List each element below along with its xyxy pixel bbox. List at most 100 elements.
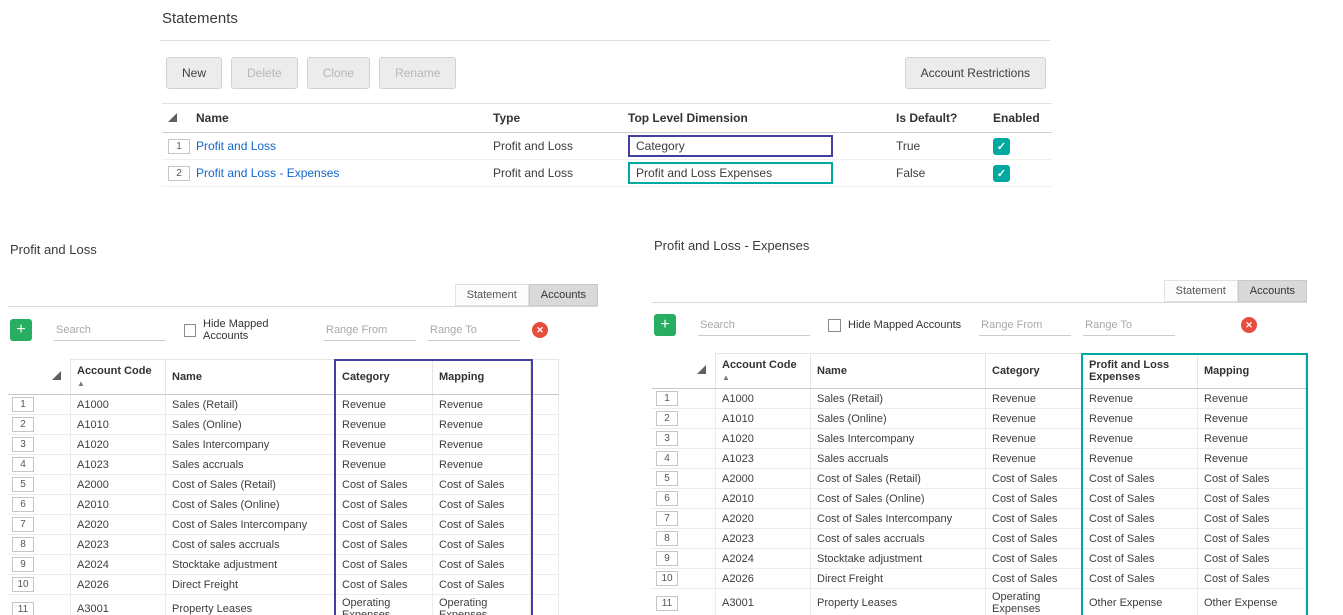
cell-name[interactable]: Cost of Sales Intercompany <box>166 515 336 535</box>
column-header-mapping[interactable]: Mapping <box>1198 354 1306 389</box>
dimension-value[interactable]: Category <box>628 135 833 157</box>
table-row[interactable]: 10A2026Direct FreightCost of SalesCost o… <box>653 569 1306 589</box>
cell-mapping[interactable]: Revenue <box>433 435 531 455</box>
cell-category[interactable]: Cost of Sales <box>336 575 433 595</box>
table-row[interactable]: 1A1000Sales (Retail)RevenueRevenueRevenu… <box>653 389 1306 409</box>
cell-category[interactable]: Revenue <box>336 415 433 435</box>
cell-category[interactable]: Cost of Sales <box>986 549 1083 569</box>
table-row[interactable]: 6A2010Cost of Sales (Online)Cost of Sale… <box>653 489 1306 509</box>
row-header-cell[interactable]: 8 <box>9 535 71 555</box>
cell-mapping[interactable]: Revenue <box>1198 429 1306 449</box>
cell-name[interactable]: Cost of Sales (Retail) <box>166 475 336 495</box>
row-header-cell[interactable]: 11 <box>653 589 716 615</box>
clear-filter-icon[interactable]: ✕ <box>532 322 548 338</box>
row-number[interactable]: 7 <box>656 511 678 526</box>
column-header-is-default[interactable]: Is Default? <box>890 104 987 133</box>
cell-code[interactable]: A1023 <box>71 455 166 475</box>
add-account-button[interactable]: + <box>10 319 32 341</box>
row-header-cell[interactable]: 6 <box>9 495 71 515</box>
cell-category[interactable]: Cost of Sales <box>336 495 433 515</box>
cell-category[interactable]: Cost of Sales <box>336 515 433 535</box>
rename-button[interactable]: Rename <box>379 57 456 89</box>
cell-code[interactable]: A2026 <box>716 569 811 589</box>
table-row[interactable]: 4A1023Sales accrualsRevenueRevenue <box>9 455 559 475</box>
table-row[interactable]: 5A2000Cost of Sales (Retail)Cost of Sale… <box>9 475 559 495</box>
column-header-name[interactable]: Name <box>811 354 986 389</box>
cell-mapping[interactable]: Cost of Sales <box>1198 549 1306 569</box>
row-header-cell[interactable]: 9 <box>9 555 71 575</box>
delete-button[interactable]: Delete <box>231 57 298 89</box>
search-input[interactable] <box>698 315 810 336</box>
row-header-cell[interactable]: 4 <box>653 449 716 469</box>
cell-category[interactable]: Cost of Sales <box>986 469 1083 489</box>
column-header-enabled[interactable]: Enabled <box>987 104 1052 133</box>
tab-statement[interactable]: Statement <box>1164 280 1238 302</box>
row-number[interactable]: 8 <box>12 537 34 552</box>
tab-statement[interactable]: Statement <box>455 284 529 306</box>
cell-mapping[interactable]: Cost of Sales <box>1198 489 1306 509</box>
table-row[interactable]: 1A1000Sales (Retail)RevenueRevenue <box>9 395 559 415</box>
row-header-cell[interactable]: 2 <box>9 415 71 435</box>
cell-name[interactable]: Sales Intercompany <box>166 435 336 455</box>
cell-code[interactable]: A1010 <box>71 415 166 435</box>
cell-name[interactable]: Cost of Sales (Retail) <box>811 469 986 489</box>
row-number[interactable]: 1 <box>168 139 190 154</box>
account-restrictions-button[interactable]: Account Restrictions <box>905 57 1046 89</box>
row-header-cell[interactable]: 4 <box>9 455 71 475</box>
cell-mapping[interactable]: Cost of Sales <box>433 475 531 495</box>
row-number[interactable]: 9 <box>12 557 34 572</box>
cell-code[interactable]: A2020 <box>71 515 166 535</box>
table-row[interactable]: 8A2023Cost of sales accrualsCost of Sale… <box>653 529 1306 549</box>
row-number[interactable]: 5 <box>12 477 34 492</box>
cell-code[interactable]: A2026 <box>71 575 166 595</box>
row-number[interactable]: 8 <box>656 531 678 546</box>
cell-category[interactable]: Cost of Sales <box>336 555 433 575</box>
row-number[interactable]: 10 <box>12 577 34 592</box>
cell-code[interactable]: A3001 <box>71 595 166 615</box>
cell-pl-expenses[interactable]: Cost of Sales <box>1083 529 1198 549</box>
cell-code[interactable]: A1020 <box>71 435 166 455</box>
row-header-cell[interactable]: 1 <box>653 389 716 409</box>
cell-code[interactable]: A2024 <box>71 555 166 575</box>
dimension-value[interactable]: Profit and Loss Expenses <box>628 162 833 184</box>
cell-mapping[interactable]: Revenue <box>433 395 531 415</box>
cell-category[interactable]: Revenue <box>986 449 1083 469</box>
cell-pl-expenses[interactable]: Cost of Sales <box>1083 469 1198 489</box>
cell-mapping[interactable]: Cost of Sales <box>433 555 531 575</box>
cell-mapping[interactable]: Revenue <box>433 455 531 475</box>
column-header-top-level-dimension[interactable]: Top Level Dimension <box>622 104 890 133</box>
table-row[interactable]: 3A1020Sales IntercompanyRevenueRevenue <box>9 435 559 455</box>
column-header-account-code[interactable]: Account Code ▲ <box>716 354 811 389</box>
cell-mapping[interactable]: Other Expense <box>1198 589 1306 615</box>
new-button[interactable]: New <box>166 57 222 89</box>
row-header-cell[interactable]: 6 <box>653 489 716 509</box>
search-input[interactable] <box>54 320 166 341</box>
cell-code[interactable]: A1010 <box>716 409 811 429</box>
cell-category[interactable]: Revenue <box>336 395 433 415</box>
cell-mapping[interactable]: Cost of Sales <box>1198 469 1306 489</box>
column-header-type[interactable]: Type <box>487 104 622 133</box>
table-row[interactable]: 9A2024Stocktake adjustmentCost of SalesC… <box>9 555 559 575</box>
tab-accounts[interactable]: Accounts <box>529 284 598 306</box>
cell-mapping[interactable]: Cost of Sales <box>1198 569 1306 589</box>
cell-category[interactable]: Revenue <box>336 455 433 475</box>
table-row[interactable]: 4A1023Sales accrualsRevenueRevenueRevenu… <box>653 449 1306 469</box>
cell-mapping[interactable]: Cost of Sales <box>433 515 531 535</box>
column-header-category[interactable]: Category <box>336 360 433 395</box>
row-number[interactable]: 10 <box>656 571 678 586</box>
row-number[interactable]: 11 <box>656 596 678 611</box>
table-row[interactable]: 11A3001Property LeasesOperating Expenses… <box>9 595 559 615</box>
row-header-cell[interactable]: 5 <box>9 475 71 495</box>
row-header-cell[interactable]: 8 <box>653 529 716 549</box>
cell-mapping[interactable]: Revenue <box>1198 449 1306 469</box>
cell-pl-expenses[interactable]: Other Expense <box>1083 589 1198 615</box>
hide-mapped-checkbox[interactable] <box>184 324 196 337</box>
table-row[interactable]: 9A2024Stocktake adjustmentCost of SalesC… <box>653 549 1306 569</box>
cell-code[interactable]: A2010 <box>71 495 166 515</box>
row-number[interactable]: 3 <box>12 437 34 452</box>
table-row[interactable]: 2A1010Sales (Online)RevenueRevenueRevenu… <box>653 409 1306 429</box>
cell-code[interactable]: A1020 <box>716 429 811 449</box>
column-header-category[interactable]: Category <box>986 354 1083 389</box>
row-number[interactable]: 6 <box>12 497 34 512</box>
table-row[interactable]: 2A1010Sales (Online)RevenueRevenue <box>9 415 559 435</box>
